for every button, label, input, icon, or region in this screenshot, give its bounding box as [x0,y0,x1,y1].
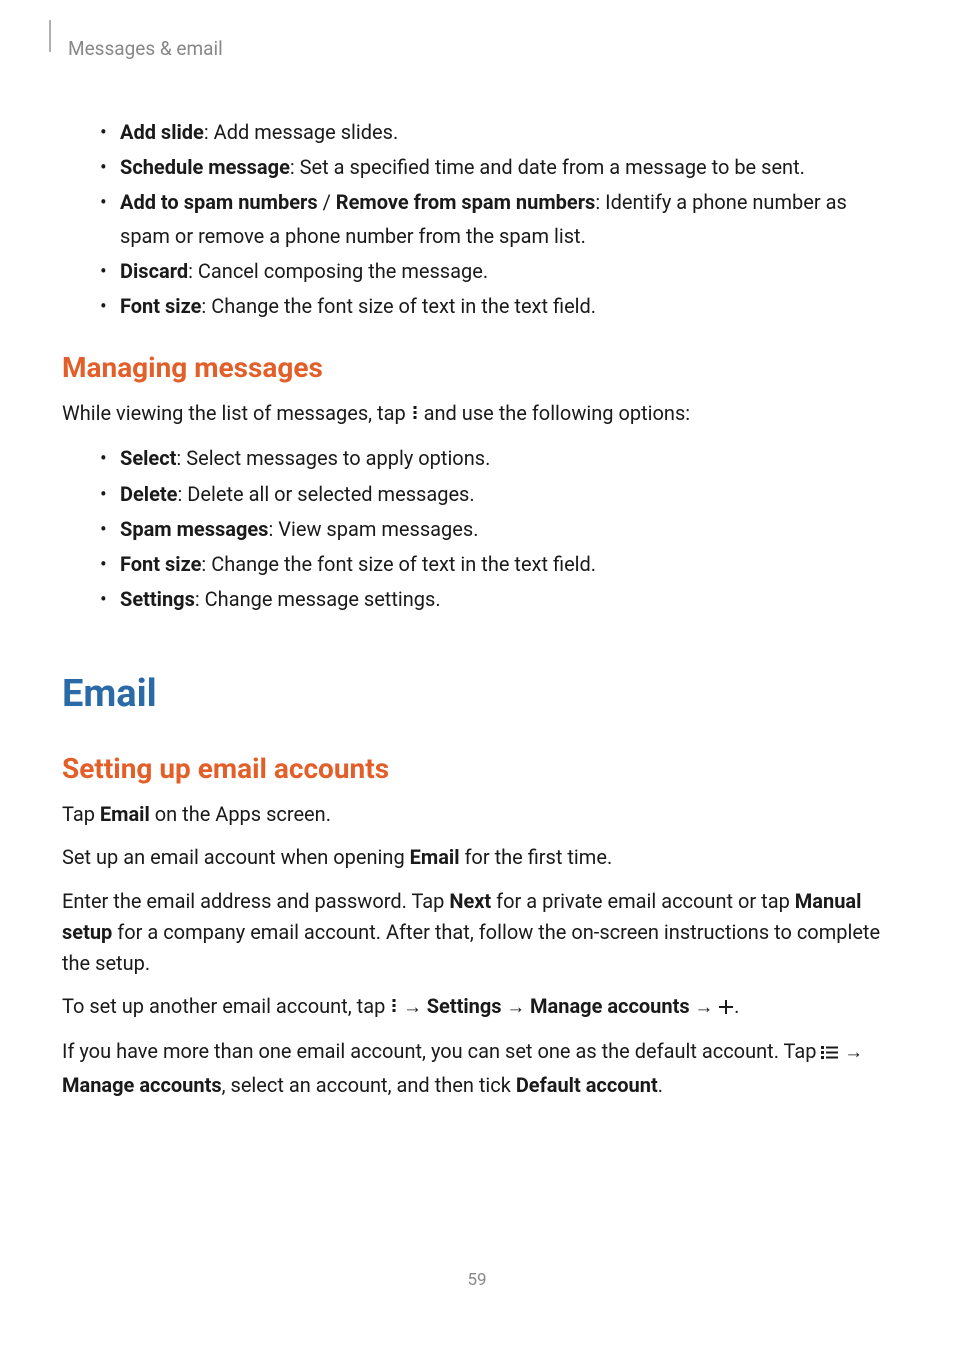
item-text: : Set a specified time and date from a m… [290,155,805,179]
page-number: 59 [0,1270,954,1290]
p4-period: . [734,994,739,1018]
menu-icon [821,1038,839,1069]
item-text: : View spam messages. [268,517,478,541]
list-item: Settings: Change message settings. [98,583,892,616]
plus-icon [718,993,734,1024]
item-bold2: Remove from spam numbers [336,190,596,214]
item-bold: Discard [120,259,188,283]
list-item: Add to spam numbers / Remove from spam n… [98,186,892,252]
email-p2: Set up an email account when opening Ema… [62,842,892,873]
item-text: : Delete all or selected messages. [177,482,474,506]
arrow: → [839,1040,863,1063]
item-bold: Settings [120,587,195,611]
p2-before: Set up an email account when opening [62,845,410,869]
p4-bold2: Manage accounts [530,994,690,1018]
item-bold: Add to spam numbers [120,190,318,214]
more-icon [411,399,419,430]
p5-bold1: Manage accounts [62,1073,222,1097]
item-text: : Change the font size of text in the te… [201,552,596,576]
p4-bold1: Settings [427,994,502,1018]
intro-after: and use the following options: [419,401,690,425]
item-text: : Select messages to apply options. [176,446,490,470]
item-bold: Font size [120,552,201,576]
p2-after: for the first time. [460,845,613,869]
p4-a: To set up another email account, tap [62,994,390,1018]
item-bold: Delete [120,482,177,506]
list-item: Discard: Cancel composing the message. [98,255,892,288]
p2-bold: Email [410,845,460,869]
list-item: Spam messages: View spam messages. [98,513,892,546]
arrow: → [502,995,530,1018]
list-item: Font size: Change the font size of text … [98,548,892,581]
item-bold: Schedule message [120,155,290,179]
list-item: Add slide: Add message slides. [98,116,892,149]
p1-bold: Email [100,802,150,826]
p1-after: on the Apps screen. [150,802,331,826]
p5-a: If you have more than one email account,… [62,1039,821,1063]
item-bold: Select [120,446,176,470]
email-p4: To set up another email account, tap → S… [62,991,892,1024]
p1-before: Tap [62,802,100,826]
email-p3: Enter the email address and password. Ta… [62,886,892,980]
p5-b: , select an account, and then tick [222,1073,516,1097]
list-item: Font size: Change the font size of text … [98,290,892,323]
item-text: : Change the font size of text in the te… [201,294,596,318]
email-p5: If you have more than one email account,… [62,1036,892,1100]
options-list-2: Select: Select messages to apply options… [98,442,892,616]
p5-bold2: Default account [516,1073,658,1097]
item-bold: Spam messages [120,517,268,541]
email-p1: Tap Email on the Apps screen. [62,799,892,830]
p5-period: . [658,1073,663,1097]
item-bold: Font size [120,294,201,318]
heading-email: Email [62,672,892,716]
item-text: : Cancel composing the message. [188,259,488,283]
item-bold: Add slide [120,120,204,144]
p3-b: for a private email account or tap [491,889,795,913]
list-item: Schedule message: Set a specified time a… [98,151,892,184]
options-list-1: Add slide: Add message slides. Schedule … [98,116,892,323]
arrow: → [398,995,426,1018]
p3-bold1: Next [449,889,491,913]
p3-a: Enter the email address and password. Ta… [62,889,449,913]
intro-before: While viewing the list of messages, tap [62,401,411,425]
p3-c: for a company email account. After that,… [62,920,880,975]
header-breadcrumb: Messages & email [68,37,892,60]
heading-setting-up: Setting up email accounts [62,752,892,785]
heading-managing-messages: Managing messages [62,351,892,384]
arrow: → [690,995,718,1018]
list-item: Delete: Delete all or selected messages. [98,478,892,511]
item-text: : Change message settings. [195,587,441,611]
item-slash: / [318,190,336,214]
managing-intro: While viewing the list of messages, tap … [62,398,892,430]
list-item: Select: Select messages to apply options… [98,442,892,475]
item-text: : Add message slides. [204,120,398,144]
